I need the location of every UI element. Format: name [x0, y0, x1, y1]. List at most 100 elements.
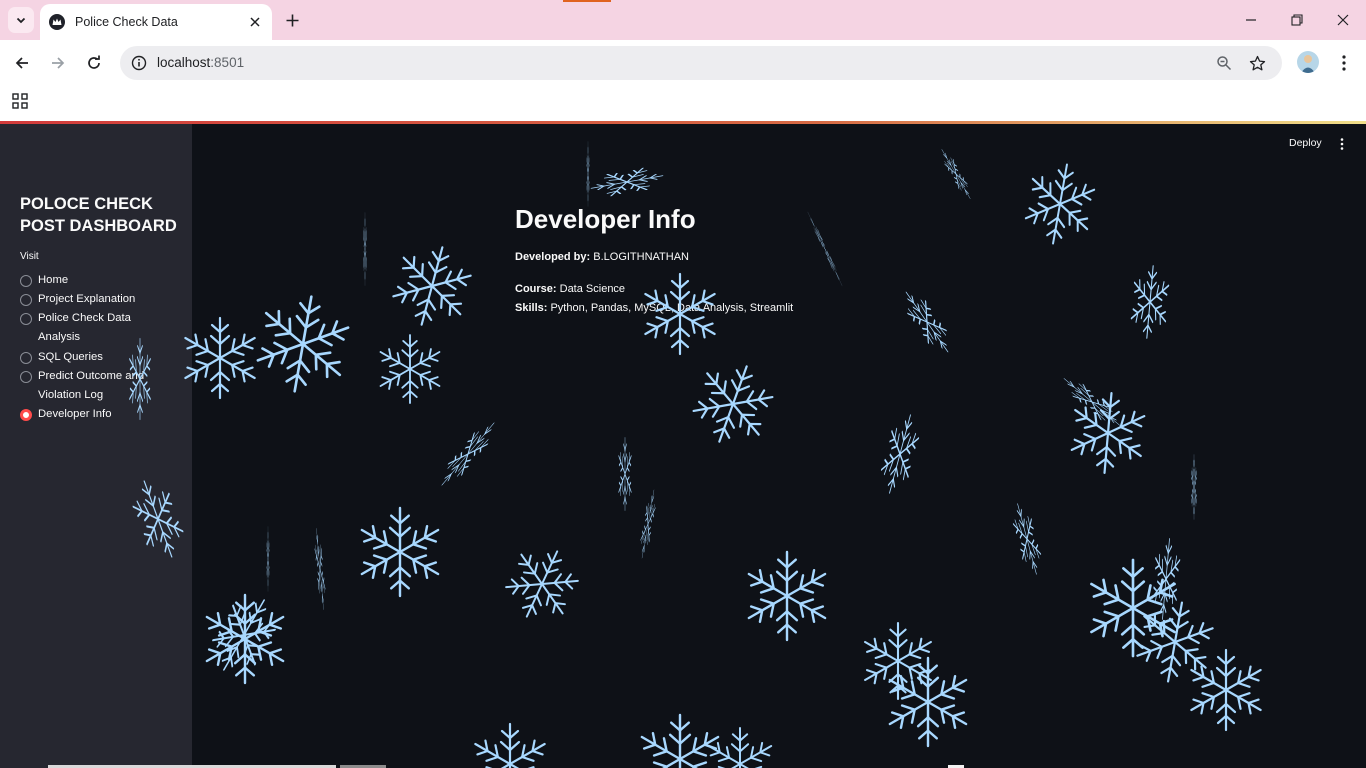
snowflake-icon [1149, 538, 1183, 620]
snowflake-icon [1130, 596, 1221, 688]
radio-option-label: Project Explanation [38, 293, 136, 305]
tab-search-button[interactable] [8, 7, 34, 33]
browser-toolbar: localhost:8501 [0, 40, 1366, 86]
url-text: localhost:8501 [157, 55, 244, 70]
page-title: Developer Info [515, 204, 696, 234]
skills-line: Skills: Python, Pandas, MySQL, Data Anal… [515, 302, 793, 314]
radio-option-developer-info[interactable]: Developer Info [20, 407, 158, 424]
radio-option-label: Police Check Data Analysis [38, 312, 131, 344]
tab-title: Police Check Data [75, 15, 178, 29]
restore-button[interactable] [1285, 8, 1309, 32]
snowflake-icon [885, 658, 971, 746]
snowflake-icon [861, 623, 935, 699]
snowflake-icon [1007, 501, 1046, 576]
snowflake-icon [1066, 390, 1151, 477]
snowflake-icon [495, 536, 589, 631]
radio-circle-icon [20, 275, 32, 287]
arrow-left-icon [15, 57, 28, 69]
deploy-button[interactable]: Deploy [1283, 134, 1328, 152]
url-port: :8501 [210, 55, 245, 70]
radio-circle-icon [20, 313, 32, 325]
radio-circle-icon [20, 352, 32, 364]
skills-value: Python, Pandas, MySQL, Data Analysis, St… [550, 302, 794, 314]
zoom-icon[interactable] [1214, 53, 1234, 73]
radio-selected-icon [20, 409, 32, 421]
snowflake-icon [937, 147, 974, 201]
course-label: Course: [515, 283, 557, 295]
minimize-button[interactable] [1239, 8, 1263, 32]
snowflake-icon [705, 728, 775, 768]
bookmark-star-icon[interactable] [1247, 53, 1267, 73]
sidebar: POLOCE CHECK POST DASHBOARD Visit Home P… [0, 124, 192, 768]
snowflake-icon [641, 274, 719, 354]
radio-option-police-check-data-analysis[interactable]: Police Check Data Analysis [20, 311, 158, 348]
url-host: localhost [157, 55, 211, 70]
browser-tabstrip: Police Check Data [0, 0, 1366, 40]
snowflake-icon [435, 417, 501, 491]
snowflake-icon [384, 237, 480, 335]
radio-option-label: Developer Info [38, 408, 112, 420]
radio-group-label: Visit [20, 251, 39, 262]
snowflake-icon [357, 508, 443, 596]
course-line: Course: Data Science [515, 283, 625, 295]
streamlit-favicon-icon [49, 14, 65, 30]
snowflake-icon [266, 527, 269, 591]
snowflake-icon [200, 587, 287, 684]
tabstrip-accent [563, 0, 611, 2]
radio-option-sql-queries[interactable]: SQL Queries [20, 350, 158, 367]
snowflake-icon [683, 353, 784, 455]
snowflake-icon [1086, 560, 1180, 656]
back-button[interactable] [10, 51, 34, 75]
snowflake-icon [806, 212, 843, 286]
snowflake-icon [1191, 455, 1197, 519]
snowflake-icon [363, 213, 367, 285]
developed-by-label: Developed by: [515, 251, 591, 263]
snowflake-icon [589, 164, 664, 201]
streamlit-app: POLOCE CHECK POST DASHBOARD Visit Home P… [0, 124, 1366, 768]
radio-circle-icon [20, 294, 32, 306]
new-tab-button[interactable] [281, 9, 303, 31]
main-menu-icon[interactable] [1334, 135, 1350, 153]
address-bar[interactable]: localhost:8501 [120, 46, 1282, 80]
bookmarks-bar [0, 86, 1366, 121]
snowflake-icon [637, 715, 723, 768]
radio-circle-icon [20, 371, 32, 383]
radio-option-label: Home [38, 274, 69, 286]
snowflake-icon [586, 142, 589, 206]
skills-label: Skills: [515, 302, 548, 314]
radio-option-project-explanation[interactable]: Project Explanation [20, 292, 158, 309]
forward-button[interactable] [46, 51, 70, 75]
snowflake-icon [744, 552, 830, 640]
sidebar-title: POLOCE CHECK POST DASHBOARD [20, 195, 177, 235]
browser-menu-icon[interactable] [1334, 51, 1354, 75]
snowflake-icon [896, 285, 957, 358]
snowflake-icon [1018, 158, 1101, 249]
radio-option-label: Predict Outcome and Violation Log [38, 370, 145, 402]
profile-avatar[interactable] [1297, 51, 1319, 73]
developed-by-line: Developed by: B.LOGITHNATHAN [515, 251, 689, 263]
site-info-icon[interactable] [129, 53, 149, 73]
chevron-down-icon [16, 17, 26, 24]
reload-icon [88, 55, 100, 69]
close-icon [1337, 14, 1349, 26]
snowflake-icon [875, 411, 926, 496]
snowflake-icon [181, 318, 259, 398]
restore-icon [1291, 14, 1303, 26]
course-value: Data Science [559, 283, 626, 295]
reload-button[interactable] [82, 51, 106, 75]
snowflake-icon [1128, 264, 1173, 339]
tab-close-icon[interactable] [245, 12, 265, 32]
snowflake-icon [1187, 650, 1265, 730]
arrow-right-icon [52, 57, 65, 69]
close-window-button[interactable] [1331, 8, 1355, 32]
snowflake-icon [202, 595, 288, 683]
snowflake-icon [248, 289, 357, 400]
snowflake-icon [618, 438, 632, 510]
radio-option-predict-outcome[interactable]: Predict Outcome and Violation Log [20, 369, 158, 406]
radio-option-home[interactable]: Home [20, 273, 158, 290]
minimize-icon [1246, 19, 1256, 21]
browser-tab-active[interactable]: Police Check Data [40, 4, 272, 40]
apps-grid-icon[interactable] [11, 92, 29, 110]
snowflake-icon [313, 529, 328, 609]
snowflake-icon [1059, 372, 1125, 432]
